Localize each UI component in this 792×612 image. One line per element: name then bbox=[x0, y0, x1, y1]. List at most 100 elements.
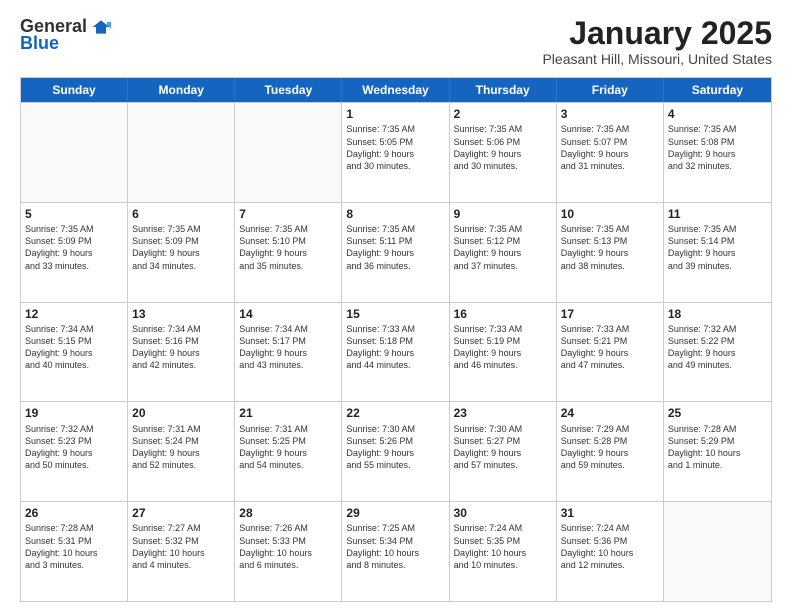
day-info: Sunrise: 7:31 AM Sunset: 5:25 PM Dayligh… bbox=[239, 423, 337, 472]
day-number: 9 bbox=[454, 206, 552, 222]
cal-cell: 27Sunrise: 7:27 AM Sunset: 5:32 PM Dayli… bbox=[128, 502, 235, 601]
day-number: 12 bbox=[25, 306, 123, 322]
day-number: 6 bbox=[132, 206, 230, 222]
page: General Blue January 2025 Pleasant Hill,… bbox=[0, 0, 792, 612]
day-info: Sunrise: 7:35 AM Sunset: 5:11 PM Dayligh… bbox=[346, 223, 444, 272]
header-day-monday: Monday bbox=[128, 78, 235, 102]
cal-cell: 1Sunrise: 7:35 AM Sunset: 5:05 PM Daylig… bbox=[342, 103, 449, 202]
day-info: Sunrise: 7:24 AM Sunset: 5:36 PM Dayligh… bbox=[561, 522, 659, 571]
day-number: 19 bbox=[25, 405, 123, 421]
day-info: Sunrise: 7:35 AM Sunset: 5:09 PM Dayligh… bbox=[25, 223, 123, 272]
day-number: 21 bbox=[239, 405, 337, 421]
calendar-header: SundayMondayTuesdayWednesdayThursdayFrid… bbox=[21, 78, 771, 102]
day-number: 30 bbox=[454, 505, 552, 521]
day-info: Sunrise: 7:35 AM Sunset: 5:08 PM Dayligh… bbox=[668, 123, 767, 172]
day-number: 1 bbox=[346, 106, 444, 122]
day-info: Sunrise: 7:35 AM Sunset: 5:10 PM Dayligh… bbox=[239, 223, 337, 272]
cal-cell: 25 Sunrise: 7:28 AM Sunset: 5:29 PM Dayli… bbox=[664, 402, 771, 501]
day-info: Sunrise: 7:34 AM Sunset: 5:16 PM Dayligh… bbox=[132, 323, 230, 372]
day-number: 14 bbox=[239, 306, 337, 322]
day-number: 18 bbox=[668, 306, 767, 322]
day-info: Sunrise: 7:31 AM Sunset: 5:24 PM Dayligh… bbox=[132, 423, 230, 472]
day-info: Sunrise: 7:24 AM Sunset: 5:35 PM Dayligh… bbox=[454, 522, 552, 571]
cal-cell: 11Sunrise: 7:35 AM Sunset: 5:14 PM Dayli… bbox=[664, 203, 771, 302]
cal-cell: 2Sunrise: 7:35 AM Sunset: 5:06 PM Daylig… bbox=[450, 103, 557, 202]
day-number: 26 bbox=[25, 505, 123, 521]
week-row-5: 26Sunrise: 7:28 AM Sunset: 5:31 PM Dayli… bbox=[21, 501, 771, 601]
logo-blue: Blue bbox=[20, 33, 59, 54]
week-row-2: 5Sunrise: 7:35 AM Sunset: 5:09 PM Daylig… bbox=[21, 202, 771, 302]
day-info: Sunrise: 7:35 AM Sunset: 5:12 PM Dayligh… bbox=[454, 223, 552, 272]
cal-cell: 29Sunrise: 7:25 AM Sunset: 5:34 PM Dayli… bbox=[342, 502, 449, 601]
day-info: Sunrise: 7:32 AM Sunset: 5:22 PM Dayligh… bbox=[668, 323, 767, 372]
day-number: 11 bbox=[668, 206, 767, 222]
day-number: 3 bbox=[561, 106, 659, 122]
header-day-friday: Friday bbox=[557, 78, 664, 102]
day-number: 25 bbox=[668, 405, 767, 421]
cal-cell: 3Sunrise: 7:35 AM Sunset: 5:07 PM Daylig… bbox=[557, 103, 664, 202]
cal-cell: 5Sunrise: 7:35 AM Sunset: 5:09 PM Daylig… bbox=[21, 203, 128, 302]
header-day-tuesday: Tuesday bbox=[235, 78, 342, 102]
day-info: Sunrise: 7:33 AM Sunset: 5:19 PM Dayligh… bbox=[454, 323, 552, 372]
day-info: Sunrise: 7:28 AM Sunset: 5:29 PM Dayligh… bbox=[668, 423, 767, 472]
day-number: 15 bbox=[346, 306, 444, 322]
logo-icon bbox=[91, 17, 111, 37]
header-day-saturday: Saturday bbox=[664, 78, 771, 102]
cal-cell: 8Sunrise: 7:35 AM Sunset: 5:11 PM Daylig… bbox=[342, 203, 449, 302]
day-info: Sunrise: 7:34 AM Sunset: 5:17 PM Dayligh… bbox=[239, 323, 337, 372]
header-day-thursday: Thursday bbox=[450, 78, 557, 102]
cal-cell bbox=[21, 103, 128, 202]
day-number: 5 bbox=[25, 206, 123, 222]
day-number: 4 bbox=[668, 106, 767, 122]
day-number: 31 bbox=[561, 505, 659, 521]
day-info: Sunrise: 7:28 AM Sunset: 5:31 PM Dayligh… bbox=[25, 522, 123, 571]
header-day-wednesday: Wednesday bbox=[342, 78, 449, 102]
cal-cell: 26Sunrise: 7:28 AM Sunset: 5:31 PM Dayli… bbox=[21, 502, 128, 601]
day-number: 7 bbox=[239, 206, 337, 222]
calendar-body: 1Sunrise: 7:35 AM Sunset: 5:05 PM Daylig… bbox=[21, 102, 771, 601]
header: General Blue January 2025 Pleasant Hill,… bbox=[20, 16, 772, 67]
title-section: January 2025 Pleasant Hill, Missouri, Un… bbox=[542, 16, 772, 67]
cal-cell: 15Sunrise: 7:33 AM Sunset: 5:18 PM Dayli… bbox=[342, 303, 449, 402]
cal-cell: 24 Sunrise: 7:29 AM Sunset: 5:28 PM Dayli… bbox=[557, 402, 664, 501]
cal-cell: 28Sunrise: 7:26 AM Sunset: 5:33 PM Dayli… bbox=[235, 502, 342, 601]
day-number: 10 bbox=[561, 206, 659, 222]
cal-cell: 9Sunrise: 7:35 AM Sunset: 5:12 PM Daylig… bbox=[450, 203, 557, 302]
cal-cell bbox=[128, 103, 235, 202]
day-number: 27 bbox=[132, 505, 230, 521]
week-row-4: 19Sunrise: 7:32 AM Sunset: 5:23 PM Dayli… bbox=[21, 401, 771, 501]
cal-cell: 16Sunrise: 7:33 AM Sunset: 5:19 PM Dayli… bbox=[450, 303, 557, 402]
day-number: 17 bbox=[561, 306, 659, 322]
cal-cell: 31Sunrise: 7:24 AM Sunset: 5:36 PM Dayli… bbox=[557, 502, 664, 601]
day-info: Sunrise: 7:26 AM Sunset: 5:33 PM Dayligh… bbox=[239, 522, 337, 571]
cal-cell: 18Sunrise: 7:32 AM Sunset: 5:22 PM Dayli… bbox=[664, 303, 771, 402]
cal-cell: 20Sunrise: 7:31 AM Sunset: 5:24 PM Dayli… bbox=[128, 402, 235, 501]
day-number: 24 bbox=[561, 405, 659, 421]
cal-cell: 22Sunrise: 7:30 AM Sunset: 5:26 PM Dayli… bbox=[342, 402, 449, 501]
day-info: Sunrise: 7:34 AM Sunset: 5:15 PM Dayligh… bbox=[25, 323, 123, 372]
day-info: Sunrise: 7:35 AM Sunset: 5:09 PM Dayligh… bbox=[132, 223, 230, 272]
day-info: Sunrise: 7:35 AM Sunset: 5:07 PM Dayligh… bbox=[561, 123, 659, 172]
day-info: Sunrise: 7:35 AM Sunset: 5:06 PM Dayligh… bbox=[454, 123, 552, 172]
day-number: 29 bbox=[346, 505, 444, 521]
cal-cell: 17Sunrise: 7:33 AM Sunset: 5:21 PM Dayli… bbox=[557, 303, 664, 402]
logo: General Blue bbox=[20, 16, 111, 54]
day-number: 8 bbox=[346, 206, 444, 222]
cal-cell: 10Sunrise: 7:35 AM Sunset: 5:13 PM Dayli… bbox=[557, 203, 664, 302]
cal-cell: 23Sunrise: 7:30 AM Sunset: 5:27 PM Dayli… bbox=[450, 402, 557, 501]
day-info: Sunrise: 7:33 AM Sunset: 5:18 PM Dayligh… bbox=[346, 323, 444, 372]
cal-cell: 4Sunrise: 7:35 AM Sunset: 5:08 PM Daylig… bbox=[664, 103, 771, 202]
cal-cell: 12Sunrise: 7:34 AM Sunset: 5:15 PM Dayli… bbox=[21, 303, 128, 402]
day-info: Sunrise: 7:35 AM Sunset: 5:13 PM Dayligh… bbox=[561, 223, 659, 272]
cal-cell: 6Sunrise: 7:35 AM Sunset: 5:09 PM Daylig… bbox=[128, 203, 235, 302]
day-number: 28 bbox=[239, 505, 337, 521]
calendar-title: January 2025 bbox=[542, 16, 772, 51]
cal-cell: 19Sunrise: 7:32 AM Sunset: 5:23 PM Dayli… bbox=[21, 402, 128, 501]
cal-cell bbox=[664, 502, 771, 601]
week-row-3: 12Sunrise: 7:34 AM Sunset: 5:15 PM Dayli… bbox=[21, 302, 771, 402]
cal-cell: 7Sunrise: 7:35 AM Sunset: 5:10 PM Daylig… bbox=[235, 203, 342, 302]
day-number: 13 bbox=[132, 306, 230, 322]
cal-cell bbox=[235, 103, 342, 202]
day-info: Sunrise: 7:29 AM Sunset: 5:28 PM Dayligh… bbox=[561, 423, 659, 472]
day-number: 23 bbox=[454, 405, 552, 421]
